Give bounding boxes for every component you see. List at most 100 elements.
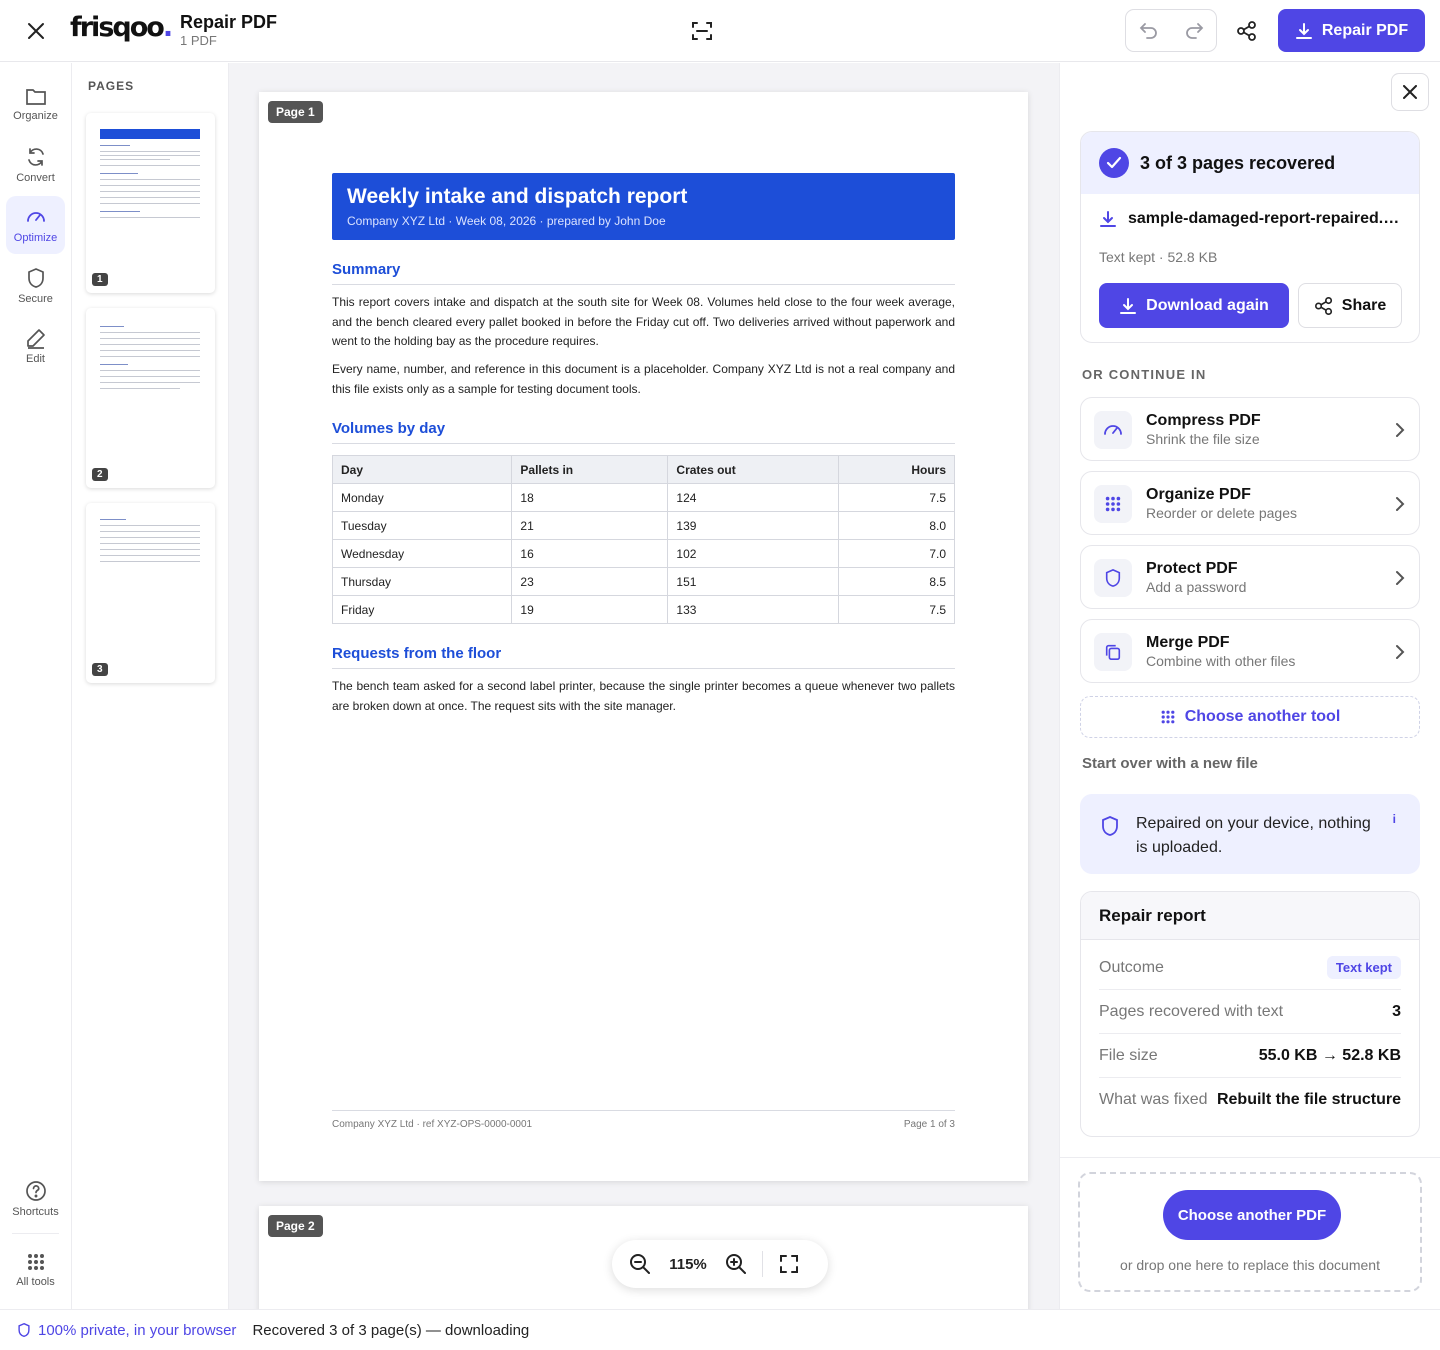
file-row[interactable]: sample-damaged-report-repaired.pdf [1099,210,1403,228]
doc-paragraph: This report covers intake and dispatch a… [332,295,955,348]
tool-title: Compress PDF [1146,412,1261,429]
volumes-table: Day Pallets in Crates out Hours Monday 1… [331,455,955,624]
shield-icon [1094,559,1132,597]
repair-report: Repair report Outcome Text kept Pages re… [1080,891,1420,1137]
table-header: Day [331,455,513,484]
rail-item-convert[interactable]: Convert [6,136,65,194]
table-cell: 18 [511,483,669,512]
tool-subtitle: Add a password [1146,579,1247,595]
repair-pdf-button[interactable]: Repair PDF [1278,9,1425,52]
rail-divider [12,1233,59,1234]
info-icon[interactable]: i [1393,812,1396,826]
folder-icon [25,89,46,105]
logo[interactable]: frisqoo. [70,12,173,43]
table-cell: Friday [331,595,513,624]
continue-label: OR CONTINUE IN [1082,367,1207,382]
rail-item-all-tools[interactable]: All tools [6,1241,65,1299]
zoom-controls: 115% [612,1240,828,1288]
share-button[interactable]: Share [1298,283,1402,328]
rail-item-optimize[interactable]: Optimize [6,196,65,254]
replace-dropzone[interactable]: Choose another PDF or drop one here to r… [1078,1172,1422,1292]
zoom-divider [762,1251,763,1277]
close-panel-button[interactable] [1391,73,1429,111]
page-title: Repair PDF [180,12,278,32]
recovery-title: 3 of 3 pages recovered [1140,152,1336,173]
rail-item-secure[interactable]: Secure [6,257,65,315]
file-meta: Text kept · 52.8 KB [1099,249,1218,265]
doc-paragraph: Every name, number, and reference in thi… [332,362,955,396]
redo-button[interactable] [1171,10,1216,51]
thumbnail-page-1[interactable]: 1 [86,113,215,293]
rail-item-edit[interactable]: Edit [6,317,65,375]
file-count: 1 PDF [180,33,217,48]
choose-another-tool-button[interactable]: Choose another tool [1080,696,1420,738]
report-row-outcome: Outcome Text kept [1099,946,1401,990]
table-cell: 16 [511,539,669,568]
tool-merge-pdf[interactable]: Merge PDF Combine with other files [1080,619,1420,683]
report-value: Rebuilt the file structure [1216,1091,1401,1108]
doc-title: Weekly intake and dispatch report [347,185,688,208]
table-header: Pallets in [511,455,669,484]
table-cell: 8.5 [838,567,955,596]
download-again-button[interactable]: Download again [1099,283,1289,328]
undo-button[interactable] [1126,10,1171,51]
tool-protect-pdf[interactable]: Protect PDF Add a password [1080,545,1420,609]
zoom-in-icon[interactable] [716,1244,756,1284]
doc-footer-page: Page 1 of 3 [903,1119,955,1130]
tool-subtitle: Shrink the file size [1146,431,1260,447]
close-icon[interactable] [22,17,50,45]
fullscreen-icon[interactable] [769,1244,809,1284]
rail-item-organize[interactable]: Organize [6,75,65,133]
tool-title: Merge PDF [1146,634,1230,651]
privacy-status: 100% private, in your browser [17,1322,236,1339]
document-viewer: Page 1 Weekly intake and dispatch report… [229,63,1059,1309]
download-icon [1120,297,1137,314]
table-row: Monday 18 124 7.5 [331,483,955,512]
table-row: Thursday 23 151 8.5 [331,567,955,596]
tool-compress-pdf[interactable]: Compress PDF Shrink the file size [1080,397,1420,461]
undo-redo-group [1125,9,1217,52]
table-cell: Thursday [331,567,513,596]
page-thumbnails: PAGES 1 2 3 [72,63,229,1309]
privacy-text: Repaired on your device, nothing is uplo… [1136,815,1371,856]
thumbnail-page-3[interactable]: 3 [86,503,215,683]
share-icon[interactable] [1232,17,1262,45]
tool-subtitle: Combine with other files [1146,653,1296,669]
doc-paragraph: The bench team asked for a second label … [332,679,955,713]
page-tag: Page 1 [268,101,323,123]
choose-another-pdf-button[interactable]: Choose another PDF [1163,1190,1341,1240]
scan-icon[interactable] [688,17,716,45]
pencil-icon [26,329,45,349]
tool-organize-pdf[interactable]: Organize PDF Reorder or delete pages [1080,471,1420,535]
table-cell: 19 [511,595,669,624]
chevron-right-icon [1396,423,1405,437]
table-header: Hours [838,455,955,484]
table-cell: Monday [331,483,513,512]
report-key: What was fixed [1099,1091,1208,1108]
report-row-pages: Pages recovered with text 3 [1099,990,1401,1034]
close-icon [1403,85,1417,99]
table-cell: 7.5 [838,595,955,624]
table-cell: Wednesday [331,539,513,568]
table-cell: Tuesday [331,511,513,540]
table-cell: 23 [511,567,669,596]
tool-title: Organize PDF [1146,486,1251,503]
table-cell: 102 [667,539,840,568]
privacy-notice: Repaired on your device, nothing is uplo… [1080,794,1420,874]
zoom-level: 115% [669,1255,707,1273]
start-over-link[interactable]: Start over with a new file [1082,755,1258,772]
download-icon [1100,211,1116,227]
table-cell: 139 [667,511,840,540]
zoom-out-icon[interactable] [620,1244,660,1284]
tool-subtitle: Reorder or delete pages [1146,505,1297,521]
grid-icon [1161,710,1175,724]
report-key: Pages recovered with text [1099,1002,1284,1020]
thumbnail-page-2[interactable]: 2 [86,308,215,488]
status-message: Recovered 3 of 3 page(s) — downloading [252,1321,530,1339]
refresh-icon [27,148,44,166]
doc-subtitle: Company XYZ Ltd · Week 08, 2026 · prepar… [347,214,666,228]
rail-item-shortcuts[interactable]: Shortcuts [6,1170,65,1228]
table-cell: 21 [511,511,669,540]
report-row-file-size: File size 55.0 KB → 52.8 KB [1099,1034,1401,1078]
chevron-right-icon [1396,571,1405,585]
